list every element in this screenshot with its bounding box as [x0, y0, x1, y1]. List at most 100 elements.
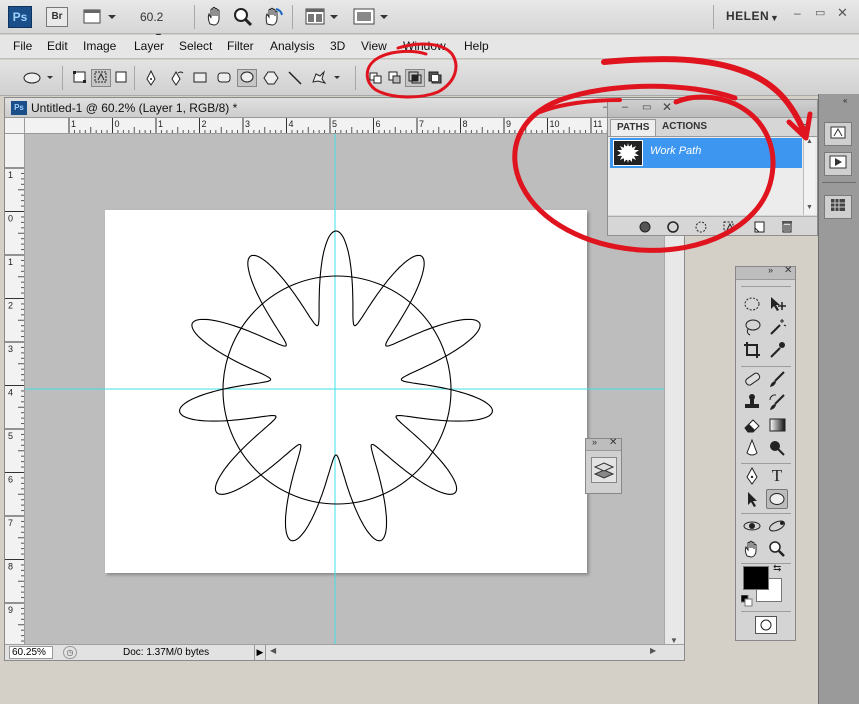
maximize-app-button[interactable]: ▭ — [815, 6, 825, 19]
scroll-down-arrow[interactable]: ▼ — [806, 204, 813, 211]
maximize-panel-button[interactable]: ▭ — [642, 102, 651, 113]
hand-tool[interactable] — [741, 539, 763, 559]
hand-tool-button[interactable] — [204, 6, 226, 31]
menu-help[interactable]: Help — [464, 39, 489, 53]
quick-mask-button[interactable] — [755, 616, 777, 634]
bridge-button[interactable]: Br — [46, 7, 68, 27]
shape-layers-button[interactable] — [70, 69, 90, 87]
view-extras-button[interactable] — [82, 7, 118, 30]
fill-pixels-button[interactable] — [111, 69, 131, 87]
layers-panel-button[interactable] — [591, 457, 617, 483]
menu-layer[interactable]: Layer — [134, 39, 164, 53]
expand-panel-icon[interactable]: » — [768, 265, 773, 275]
stroke-path-icon[interactable] — [666, 220, 680, 234]
eyedropper-tool[interactable] — [766, 340, 788, 360]
ellipse-tool-button[interactable] — [237, 69, 257, 87]
brush-tool[interactable] — [766, 369, 788, 389]
zoom-status-field[interactable]: 60.25% — [9, 646, 53, 659]
3d-orbit-tool[interactable] — [766, 516, 788, 536]
load-path-as-selection-icon[interactable] — [694, 220, 708, 234]
paths-mode-button[interactable] — [91, 69, 111, 87]
scroll-left-arrow[interactable]: ◀ — [270, 646, 276, 655]
gradient-tool[interactable] — [766, 415, 788, 435]
close-panel-button[interactable]: ✕ — [784, 265, 792, 276]
swap-colors-icon[interactable]: ⇆ — [773, 563, 781, 574]
line-tool-button[interactable] — [285, 69, 305, 87]
new-path-icon[interactable] — [752, 220, 766, 234]
close-panel-button[interactable]: ✕ — [609, 437, 617, 448]
screen-mode-button[interactable] — [352, 7, 388, 30]
rotate-view-button[interactable] — [262, 6, 284, 31]
vertical-ruler[interactable]: 1 0 1 2 3 4 5 6 7 8 9 — [5, 134, 25, 646]
clone-stamp-tool[interactable] — [741, 392, 763, 412]
actions-panel-button[interactable] — [824, 152, 852, 176]
scroll-right-arrow[interactable]: ▶ — [650, 646, 656, 655]
paths-panel-button[interactable] — [824, 122, 852, 146]
default-colors-button[interactable] — [740, 594, 753, 610]
ellipse-shape-tool[interactable] — [766, 489, 788, 509]
canvas-area[interactable] — [25, 134, 664, 646]
dodge-tool[interactable] — [766, 438, 788, 458]
make-work-path-icon[interactable] — [722, 220, 736, 234]
menu-filter[interactable]: Filter — [227, 39, 254, 53]
arrange-documents-button[interactable] — [304, 7, 340, 30]
custom-shape-button[interactable] — [309, 69, 343, 87]
history-brush-tool[interactable] — [766, 392, 788, 412]
chevron-down-icon[interactable]: ▼ — [770, 13, 779, 23]
menu-edit[interactable]: Edit — [47, 39, 68, 53]
pen-tool-button[interactable] — [141, 69, 161, 87]
swatches-panel-button[interactable] — [824, 195, 852, 219]
menu-select[interactable]: Select — [179, 39, 212, 53]
panel-menu-icon[interactable]: ▾≡ — [798, 121, 808, 132]
menu-window[interactable]: Window — [403, 39, 446, 53]
freeform-pen-button[interactable] — [166, 69, 186, 87]
move-tool[interactable] — [766, 294, 788, 314]
type-tool[interactable]: T — [766, 466, 788, 486]
tool-preset-picker[interactable] — [20, 69, 58, 87]
menu-file[interactable]: File — [13, 39, 32, 53]
3d-rotate-tool[interactable] — [741, 516, 763, 536]
tab-actions[interactable]: ACTIONS — [656, 119, 713, 136]
add-to-path-area-button[interactable] — [366, 69, 386, 87]
blur-tool[interactable] — [741, 438, 763, 458]
tab-paths[interactable]: PATHS — [610, 119, 657, 136]
crop-tool[interactable] — [741, 340, 763, 360]
polygon-tool-button[interactable] — [261, 69, 281, 87]
rounded-rectangle-button[interactable] — [214, 69, 234, 87]
zoom-tool-button[interactable] — [232, 6, 254, 31]
lasso-tool[interactable] — [741, 317, 763, 337]
menu-image[interactable]: Image — [83, 39, 116, 53]
zoom-level-select[interactable]: 60.2 ▼ — [132, 8, 184, 41]
marquee-tool[interactable] — [741, 294, 763, 314]
healing-brush-tool[interactable] — [741, 369, 763, 389]
quick-selection-tool[interactable] — [766, 317, 788, 337]
horizontal-ruler[interactable]: 10123456789101112 — [25, 118, 664, 134]
collapse-dock-icon[interactable]: « — [843, 96, 847, 105]
paths-list-scrollbar[interactable]: ▲ ▼ — [803, 138, 815, 215]
eraser-tool[interactable] — [741, 415, 763, 435]
pen-tool[interactable] — [741, 466, 763, 486]
close-panel-button[interactable]: ✕ — [662, 100, 672, 114]
subtract-from-path-area-button[interactable] — [385, 69, 405, 87]
path-selection-tool[interactable] — [741, 489, 763, 509]
paths-list-item[interactable]: Work Path — [610, 138, 802, 168]
zoom-tool[interactable] — [766, 539, 788, 559]
menu-3d[interactable]: 3D — [330, 39, 345, 53]
trash-icon[interactable] — [780, 219, 794, 233]
rectangle-tool-button[interactable] — [190, 69, 210, 87]
close-app-button[interactable]: ✕ — [837, 5, 848, 21]
status-info-icon[interactable]: ◷ — [63, 646, 77, 659]
minimize-panel-button[interactable]: – — [622, 101, 628, 113]
menu-analysis[interactable]: Analysis — [270, 39, 315, 53]
ruler-origin[interactable] — [5, 118, 25, 134]
intersect-path-areas-button[interactable] — [405, 69, 425, 87]
expand-panel-icon[interactable]: » — [592, 437, 597, 447]
fill-path-icon[interactable] — [638, 220, 652, 234]
foreground-color-swatch[interactable] — [743, 566, 769, 590]
exclude-overlapping-path-areas-button[interactable] — [425, 69, 445, 87]
menu-view[interactable]: View — [361, 39, 387, 53]
status-menu-arrow[interactable]: ▶ — [254, 645, 266, 660]
minimize-app-button[interactable]: – — [794, 6, 801, 20]
scroll-up-arrow[interactable]: ▲ — [806, 138, 813, 145]
workspace-name[interactable]: HELEN — [726, 9, 769, 23]
